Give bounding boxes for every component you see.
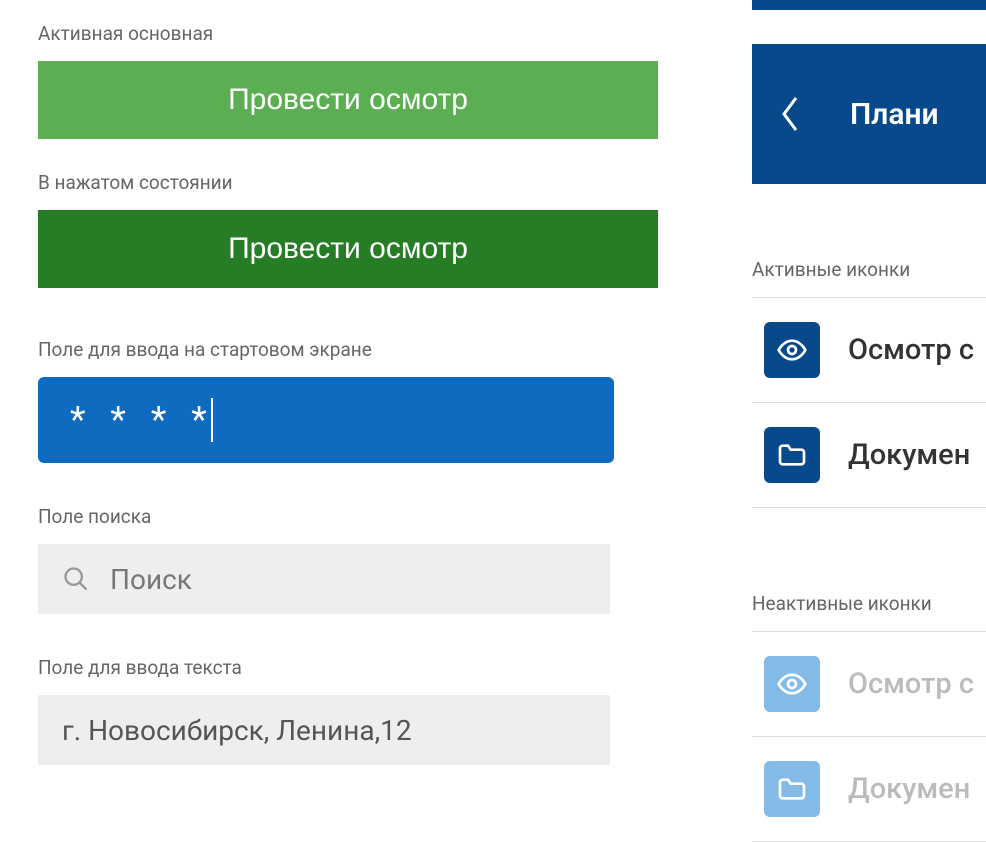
folder-icon: [764, 427, 820, 483]
list-item-documents[interactable]: Докумен: [752, 402, 986, 507]
search-placeholder: Поиск: [110, 563, 192, 596]
header-strip: [752, 0, 986, 10]
list-item-label: Докумен: [848, 772, 970, 806]
active-icon-list: Осмотр с Докумен: [752, 297, 986, 508]
active-primary-label: Активная основная: [38, 22, 658, 45]
eye-icon: [764, 322, 820, 378]
conduct-inspection-button[interactable]: Провести осмотр: [38, 61, 658, 139]
list-item-inspection[interactable]: Осмотр с: [752, 297, 986, 402]
active-icons-label: Активные иконки: [752, 258, 986, 281]
nav-bar: Плани: [752, 44, 986, 184]
list-item-label: Осмотр с: [848, 333, 974, 367]
conduct-inspection-button-pressed[interactable]: Провести осмотр: [38, 210, 658, 288]
eye-icon: [764, 656, 820, 712]
pin-mask-value: * * * *: [70, 399, 215, 441]
back-icon[interactable]: [780, 94, 800, 134]
nav-title: Плани: [850, 97, 939, 132]
text-input-label: Поле для ввода текста: [38, 656, 658, 679]
inactive-icons-label: Неактивные иконки: [752, 592, 986, 615]
address-value: г. Новосибирск, Ленина,12: [62, 714, 412, 747]
list-item-documents-inactive: Докумен: [752, 736, 986, 841]
start-input-label: Поле для ввода на стартовом экране: [38, 338, 658, 361]
search-field-label: Поле поиска: [38, 505, 658, 528]
list-item-inspection-inactive: Осмотр с: [752, 631, 986, 736]
text-cursor: [211, 398, 213, 442]
inactive-icon-list: Осмотр с Докумен: [752, 631, 986, 842]
folder-icon: [764, 761, 820, 817]
address-input[interactable]: г. Новосибирск, Ленина,12: [38, 695, 610, 765]
list-item-label: Осмотр с: [848, 667, 974, 701]
search-input[interactable]: Поиск: [38, 544, 610, 614]
pin-input[interactable]: * * * *: [38, 377, 614, 463]
list-item-label: Докумен: [848, 438, 970, 472]
search-icon: [62, 565, 90, 593]
pressed-state-label: В нажатом состоянии: [38, 171, 658, 194]
